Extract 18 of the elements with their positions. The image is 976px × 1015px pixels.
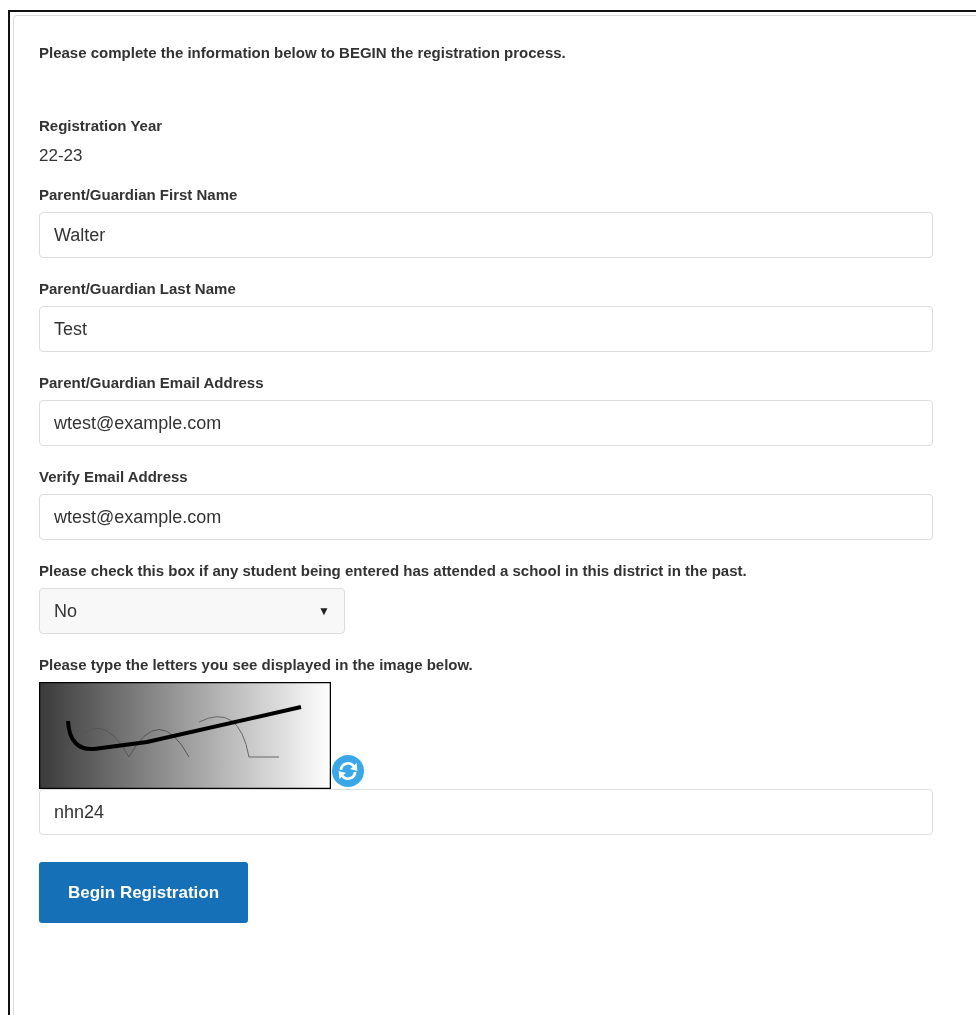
refresh-icon[interactable] — [331, 754, 365, 788]
dropdown[interactable]: No ▼ — [39, 588, 345, 634]
begin-registration-button[interactable]: Begin Registration — [39, 862, 248, 923]
input-field[interactable]: Test — [39, 306, 933, 352]
intro-text: Please complete the information below to BEGIN the registration process. — [39, 44, 567, 61]
field-label: Parent/Guardian First Name — [39, 186, 239, 203]
caret-icon: ▼ — [318, 604, 330, 618]
field-label: Registration Year — [39, 117, 164, 134]
field-label: Verify Email Address — [39, 468, 189, 485]
field-label: Parent/Guardian Email Address — [39, 374, 265, 391]
registration-year-value: 22-23 — [39, 146, 84, 166]
input-field[interactable]: wtest@example.com — [39, 494, 933, 540]
input-field[interactable]: wtest@example.com — [39, 400, 933, 446]
input-field[interactable]: nhn24 — [39, 789, 933, 835]
input-field[interactable]: Walter — [39, 212, 933, 258]
field-label: Please check this box if any student being entered has attended a school in this district in the past. — [39, 562, 748, 579]
field-label: Please type the letters you see displayed in the image below. — [39, 656, 474, 673]
field-label: Parent/Guardian Last Name — [39, 280, 237, 297]
